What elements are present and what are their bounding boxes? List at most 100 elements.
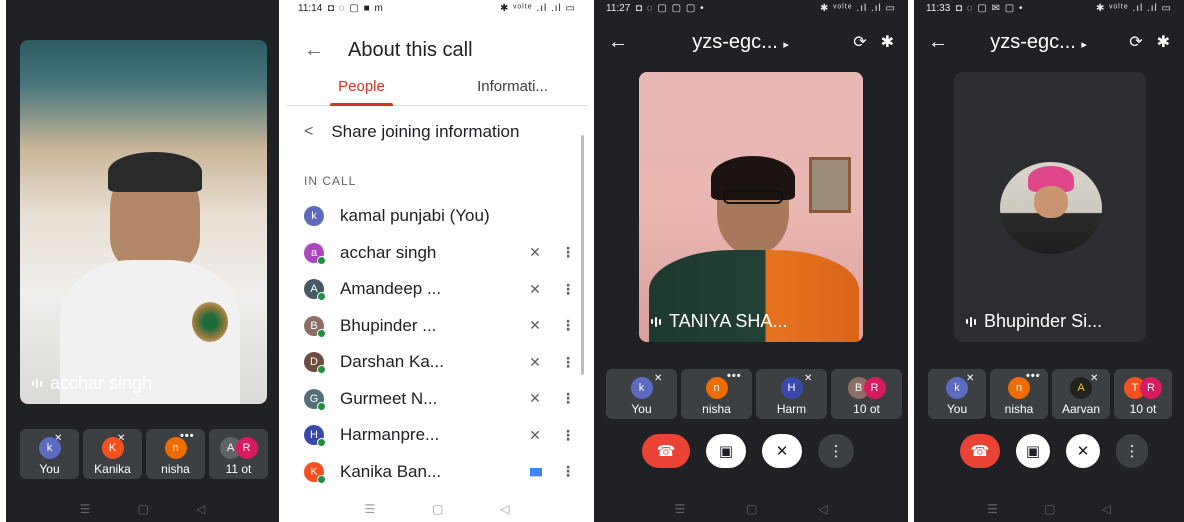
avatar: K — [304, 461, 326, 484]
person-glasses — [723, 190, 783, 204]
featured-name-label: acchar singh — [50, 373, 153, 393]
participant-row[interactable]: K Kanika Ban... ▮▮▮ ⋮ — [304, 454, 580, 491]
end-call-button[interactable]: ☎ — [642, 434, 690, 468]
nav-menu-button[interactable]: ☰ — [987, 502, 998, 516]
speaking-indicator-icon: ▮▮▮ — [528, 466, 543, 479]
mic-off-icon[interactable]: ✕ — [514, 244, 556, 261]
status-time: 11:33 — [926, 3, 951, 14]
participant-name: acchar singh — [340, 242, 437, 262]
participant-row[interactable]: G Gurmeet N... ✕ ⋮ — [304, 381, 580, 418]
participant-row[interactable]: a acchar singh ✕ ⋮ — [304, 235, 580, 272]
avatar: R — [235, 437, 258, 459]
status-icons: ◘ ◌ ▢ ■ m — [327, 3, 384, 14]
status-bar: 11:14 ◘ ◌ ▢ ■ m ✱ ᵛᵒˡᵗᵉ .ıl .ıl ▭ — [286, 0, 588, 16]
participant-name: kamal punjabi (You) — [340, 206, 490, 226]
participant-tile-nisha[interactable]: ••• n nisha — [990, 369, 1048, 419]
video-off-button[interactable]: ▣ — [706, 434, 746, 468]
nav-back-button[interactable]: ◁ — [1102, 502, 1111, 516]
participant-strip: ✕ k You ✕ K Kanika ••• n nisha A R 11 ot — [20, 429, 268, 479]
nav-home-button[interactable]: ▢ — [138, 502, 149, 516]
participant-row[interactable]: k kamal punjabi (You) — [304, 198, 580, 235]
participant-tile-you[interactable]: ✕ k You — [928, 369, 986, 419]
mic-off-icon: ✕ — [1090, 373, 1099, 384]
end-call-icon: ☎ — [970, 443, 990, 460]
avatar: A — [304, 279, 326, 302]
nav-back-button[interactable]: ◁ — [818, 502, 827, 516]
more-options-button[interactable]: ⋮ — [1116, 434, 1148, 468]
participant-label: nisha — [702, 402, 731, 416]
participant-tile-you[interactable]: ✕ k You — [606, 369, 677, 419]
status-right-icons: ✱ ᵛᵒˡᵗᵉ .ıl .ıl ▭ — [500, 3, 576, 14]
featured-name: TANIYA SHA... — [651, 311, 787, 332]
participant-tile-harm[interactable]: ✕ H Harm — [756, 369, 827, 419]
more-options-icon[interactable]: ⋮ — [556, 390, 580, 407]
nav-menu-button[interactable]: ☰ — [80, 502, 91, 516]
participant-tile-nisha[interactable]: ••• n nisha — [681, 369, 752, 419]
featured-video-tile[interactable]: acchar singh — [20, 40, 267, 404]
end-call-button[interactable]: ☎ — [960, 434, 1000, 468]
participant-tile-others[interactable]: B R 10 ot — [831, 369, 902, 419]
featured-name: Bhupinder Si... — [966, 311, 1102, 332]
more-dots-icon: ••• — [1026, 370, 1041, 382]
participant-row[interactable]: A Amandeep ... ✕ ⋮ — [304, 271, 580, 308]
participant-label: Kanika — [94, 462, 131, 476]
more-options-icon[interactable]: ⋮ — [556, 463, 580, 480]
participant-tile-others[interactable]: T R 10 ot — [1114, 369, 1172, 419]
share-joining-info-row[interactable]: < Share joining information — [304, 122, 588, 142]
video-off-button[interactable]: ▣ — [1016, 434, 1050, 468]
end-call-icon: ☎ — [656, 443, 676, 460]
avatar: n — [1008, 377, 1030, 399]
mic-off-button[interactable]: ✕ — [1066, 434, 1100, 468]
nav-menu-button[interactable]: ☰ — [364, 502, 375, 516]
bluetooth-icon[interactable]: ✱ — [1157, 32, 1170, 52]
avatar: G — [304, 388, 326, 411]
more-options-icon[interactable]: ⋮ — [556, 427, 580, 444]
mic-off-icon[interactable]: ✕ — [514, 390, 556, 407]
participant-tile-nisha[interactable]: ••• n nisha — [146, 429, 205, 479]
participant-tile-kanika[interactable]: ✕ K Kanika — [83, 429, 142, 479]
participant-tile-others[interactable]: A R 11 ot — [209, 429, 268, 479]
participant-tile-aarvan[interactable]: ✕ A Aarvan — [1052, 369, 1110, 419]
tab-information[interactable]: Informati... — [437, 72, 588, 105]
nav-back-button[interactable]: ◁ — [196, 502, 205, 516]
picture-frame — [809, 157, 851, 213]
participant-tile-you[interactable]: ✕ k You — [20, 429, 79, 479]
participant-label: You — [39, 462, 60, 476]
nav-home-button[interactable]: ▢ — [1044, 502, 1055, 516]
back-arrow-icon[interactable]: ← — [608, 31, 628, 54]
status-bar: 11:27 ◘ ◌ ▢ ▢ ▢ • ✱ ᵛᵒˡᵗᵉ .ıl .ıl ▭ — [594, 0, 908, 16]
more-options-button[interactable]: ⋮ — [818, 434, 854, 468]
meeting-code[interactable]: yzs-egc... ▸ — [642, 31, 839, 54]
switch-camera-icon[interactable]: ⟳ — [853, 32, 866, 52]
tab-people[interactable]: People — [286, 72, 437, 106]
person-cap — [108, 152, 202, 192]
featured-video-tile[interactable]: TANIYA SHA... — [639, 72, 863, 342]
more-options-icon[interactable]: ⋮ — [556, 244, 580, 261]
participant-row[interactable]: D Darshan Ka... ✕ ⋮ — [304, 344, 580, 381]
mic-off-icon[interactable]: ✕ — [514, 427, 556, 444]
more-options-icon[interactable]: ⋮ — [556, 354, 580, 371]
profile-photo — [1000, 162, 1102, 254]
bluetooth-icon[interactable]: ✱ — [881, 32, 894, 52]
switch-camera-icon[interactable]: ⟳ — [1129, 32, 1142, 52]
scrollbar[interactable] — [581, 135, 584, 375]
more-options-icon[interactable]: ⋮ — [556, 281, 580, 298]
more-options-icon[interactable]: ⋮ — [556, 317, 580, 334]
nav-home-button[interactable]: ▢ — [432, 502, 443, 516]
participant-name: Harmanpre... — [340, 425, 440, 445]
mic-off-icon[interactable]: ✕ — [514, 354, 556, 371]
featured-video-tile[interactable]: Bhupinder Si... — [954, 72, 1146, 342]
participant-row[interactable]: B Bhupinder ... ✕ ⋮ — [304, 308, 580, 345]
back-arrow-icon[interactable]: ← — [928, 31, 948, 54]
nav-back-button[interactable]: ◁ — [500, 502, 509, 516]
nav-home-button[interactable]: ▢ — [746, 502, 757, 516]
mic-off-icon[interactable]: ✕ — [514, 281, 556, 298]
meeting-code[interactable]: yzs-egc... ▸ — [962, 31, 1115, 54]
mic-off-button[interactable]: ✕ — [762, 434, 802, 468]
participant-name: Gurmeet N... — [340, 388, 438, 408]
avatar: a — [304, 242, 326, 265]
mic-off-icon[interactable]: ✕ — [514, 317, 556, 334]
nav-menu-button[interactable]: ☰ — [674, 502, 685, 516]
participant-row[interactable]: H Harmanpre... ✕ ⋮ — [304, 417, 580, 454]
back-arrow-icon[interactable]: ← — [304, 39, 324, 62]
